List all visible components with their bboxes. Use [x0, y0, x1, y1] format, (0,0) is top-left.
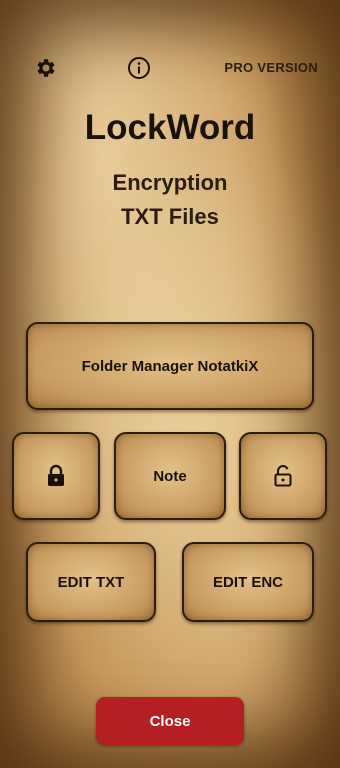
folder-manager-button[interactable]: Folder Manager NotatkiX [26, 322, 314, 410]
pro-version-link[interactable]: PRO VERSION [224, 60, 318, 75]
subtitle-txt-files: TXT Files [121, 204, 219, 229]
subtitle-encryption: Encryption [112, 170, 228, 195]
info-icon[interactable] [127, 56, 151, 80]
edit-enc-label: EDIT ENC [212, 573, 283, 591]
close-button[interactable]: Close [96, 697, 244, 745]
encrypt-lock-button[interactable] [12, 432, 100, 520]
edit-txt-button[interactable]: EDIT TXT [26, 542, 156, 622]
edit-enc-button[interactable]: EDIT ENC [182, 542, 314, 622]
note-label: Note [153, 467, 187, 485]
decrypt-unlock-button[interactable] [239, 432, 327, 520]
note-button[interactable]: Note [114, 432, 226, 520]
app-title: LockWord [84, 108, 256, 147]
gear-icon[interactable] [34, 56, 58, 80]
edit-txt-label: EDIT TXT [57, 573, 125, 591]
folder-manager-label: Folder Manager NotatkiX [81, 357, 259, 375]
lock-closed-icon [48, 464, 64, 486]
close-label: Close [149, 712, 191, 730]
lock-open-icon [274, 465, 292, 487]
